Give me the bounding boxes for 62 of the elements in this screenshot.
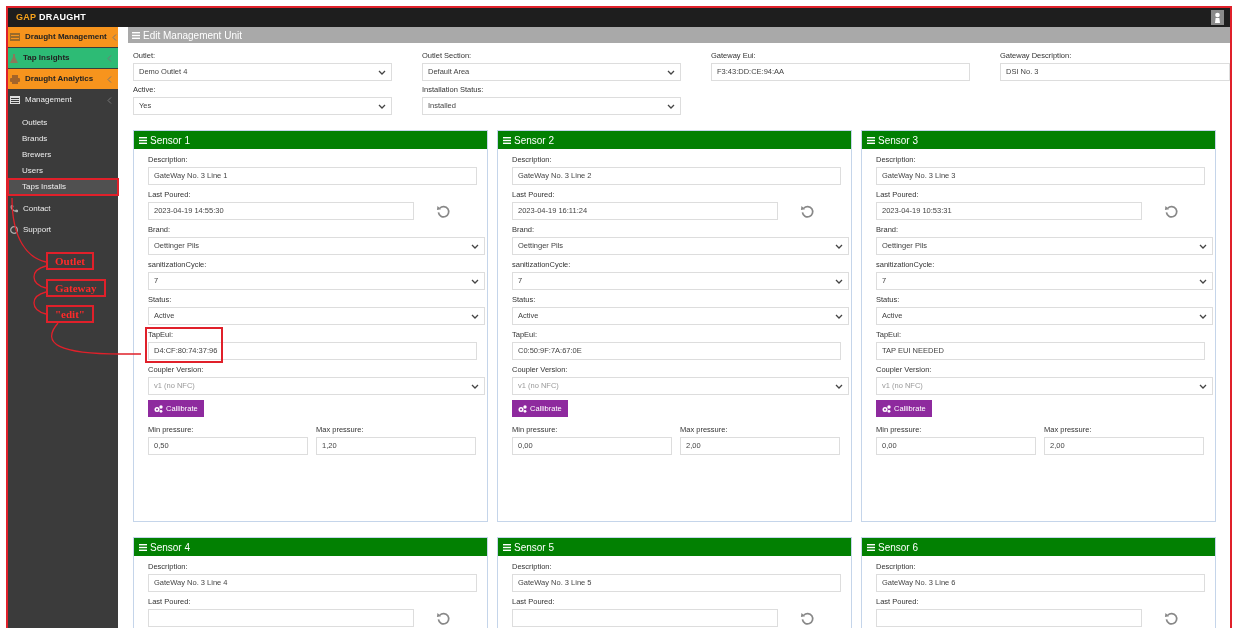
- card-title: Sensor 4: [150, 540, 191, 555]
- submenu-item[interactable]: Brands: [8, 131, 118, 147]
- sidebar-item[interactable]: Tap Insights: [8, 48, 118, 68]
- card-title: Sensor 5: [514, 540, 555, 555]
- refresh-icon[interactable]: [800, 203, 815, 219]
- card-title: Sensor 1: [150, 133, 191, 148]
- caret-icon: [1199, 243, 1207, 249]
- caret-icon: [835, 383, 843, 389]
- refresh-icon[interactable]: [1164, 203, 1179, 219]
- card-title: Sensor 2: [514, 133, 555, 148]
- submenu-item[interactable]: Outlets: [8, 115, 118, 131]
- input-field[interactable]: [512, 609, 778, 627]
- caret-icon: [471, 383, 479, 389]
- caret-icon: [471, 243, 479, 249]
- input-field[interactable]: [876, 609, 1142, 627]
- caret-icon: [1199, 278, 1207, 284]
- sidebar-item[interactable]: Contact: [8, 199, 118, 219]
- menu-icon: [503, 136, 511, 144]
- gears-icon: [518, 404, 527, 413]
- menu-icon: [867, 543, 875, 551]
- caret-icon: [835, 313, 843, 319]
- sidebar-item[interactable]: Support: [8, 220, 118, 240]
- menu-icon: [139, 543, 147, 551]
- caret-icon: [471, 313, 479, 319]
- list-icon: [10, 33, 20, 41]
- caret-icon: [667, 103, 675, 109]
- flask-icon: [10, 53, 18, 63]
- menu-icon: [132, 31, 140, 39]
- annotation-label: Gateway: [46, 279, 106, 297]
- sidebar-item[interactable]: Draught Management: [8, 27, 118, 47]
- menu-icon: [867, 136, 875, 144]
- caret-icon: [835, 243, 843, 249]
- menu-icon: [139, 136, 147, 144]
- card-title: Sensor 6: [878, 540, 919, 555]
- input-field[interactable]: [148, 609, 414, 627]
- sidebar-item[interactable]: Management: [8, 90, 118, 110]
- refresh-icon[interactable]: [436, 610, 451, 626]
- submenu-item[interactable]: Brewers: [8, 147, 118, 163]
- refresh-icon[interactable]: [436, 203, 451, 219]
- caret-icon: [1199, 383, 1207, 389]
- annotation-label: "edit": [46, 305, 94, 323]
- submenu-item[interactable]: Users: [8, 163, 118, 179]
- gears-icon: [882, 404, 891, 413]
- menu-icon: [503, 543, 511, 551]
- caret-icon: [378, 69, 386, 75]
- panel-title: Edit Management Unit: [143, 28, 242, 43]
- caret-icon: [378, 103, 386, 109]
- caret-icon: [667, 69, 675, 75]
- help-circle-icon: [10, 226, 18, 234]
- gears-icon: [154, 404, 163, 413]
- phone-icon: [10, 205, 18, 213]
- refresh-icon[interactable]: [1164, 610, 1179, 626]
- caret-icon: [1199, 313, 1207, 319]
- printer-icon: [10, 74, 20, 84]
- caret-icon: [835, 278, 843, 284]
- submenu-item[interactable]: Taps Installs: [8, 179, 118, 195]
- refresh-icon[interactable]: [800, 610, 815, 626]
- caret-icon: [471, 278, 479, 284]
- app-logo: GAP DRAUGHT: [16, 10, 87, 24]
- annotation-label: Outlet: [46, 252, 94, 270]
- sidebar-item[interactable]: Draught Analytics: [8, 69, 118, 89]
- card-title: Sensor 3: [878, 133, 919, 148]
